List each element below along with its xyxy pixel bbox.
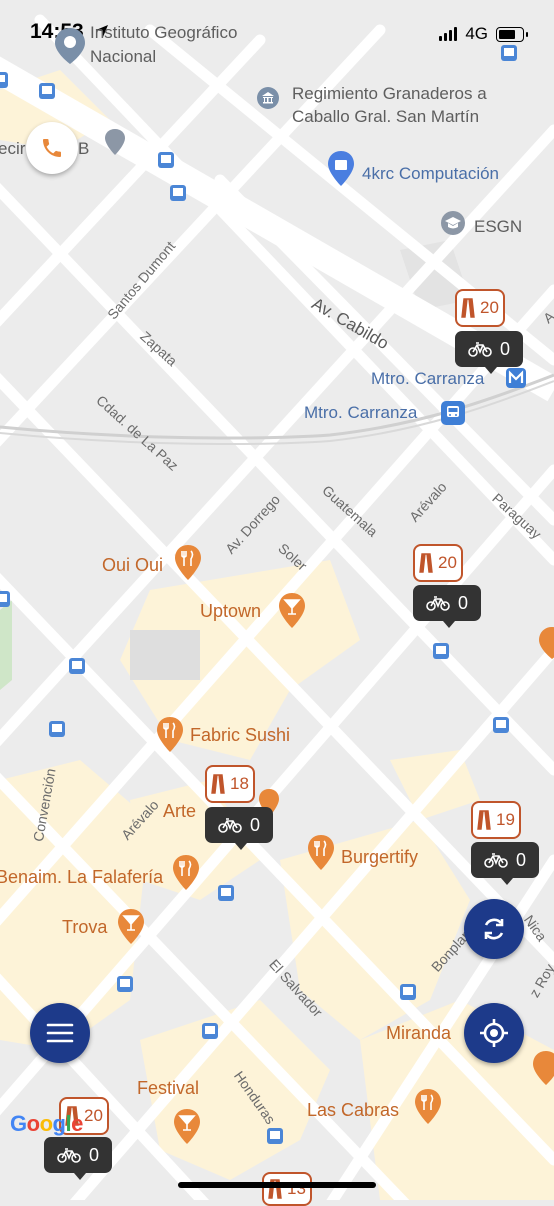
place-label: Uptown: [200, 601, 262, 621]
place-label: Trova: [62, 917, 108, 937]
bus-stop-icon[interactable]: [399, 983, 417, 1001]
scooter-count: 18: [230, 774, 249, 793]
restaurant-pin-icon[interactable]: [155, 716, 185, 754]
place-label: Benaim. La Falafería: [0, 867, 164, 887]
station-badge-bikes[interactable]: 0: [413, 585, 481, 628]
place-label: Arte: [163, 801, 197, 821]
school-icon[interactable]: [440, 210, 466, 236]
bus-stop-icon[interactable]: [201, 1022, 219, 1040]
scooter-count: 20: [438, 553, 457, 572]
restaurant-pin-icon[interactable]: [306, 834, 336, 872]
station-badge-scooters[interactable]: 13: [262, 1172, 312, 1206]
restaurant-pin-icon[interactable]: [532, 1050, 554, 1086]
network-type: 4G: [465, 24, 488, 43]
station-badge-scooters[interactable]: 20: [455, 289, 505, 327]
place-label: B: [78, 139, 90, 158]
station-badge-bikes[interactable]: 0: [471, 842, 539, 885]
station-badge-bikes[interactable]: 0: [455, 331, 523, 374]
signal-icon: [439, 27, 458, 41]
train-station-icon[interactable]: [440, 400, 466, 426]
bar-pin-icon[interactable]: [172, 1108, 202, 1146]
bus-stop-icon[interactable]: [217, 884, 235, 902]
scooter-count: 20: [480, 298, 499, 317]
menu-button[interactable]: [30, 1003, 90, 1063]
locate-icon: [480, 1019, 508, 1047]
transit-pin-icon[interactable]: [104, 128, 126, 156]
restaurant-pin-icon[interactable]: [173, 544, 203, 582]
scooter-icon: [211, 774, 225, 794]
status-indicators: 4G: [439, 24, 528, 44]
bus-stop-icon[interactable]: [0, 590, 10, 608]
refresh-icon: [484, 918, 504, 940]
bike-count: 0: [499, 338, 510, 359]
station-badge-bikes[interactable]: 0: [205, 807, 273, 850]
bus-stop-icon[interactable]: [0, 72, 8, 88]
bike-count: 0: [457, 592, 468, 613]
bus-stop-icon[interactable]: [116, 975, 134, 993]
bus-stop-icon[interactable]: [500, 44, 518, 62]
scooter-icon: [477, 810, 491, 830]
scooter-icon: [461, 298, 475, 318]
restaurant-pin-icon[interactable]: [171, 854, 201, 892]
bus-stop-icon[interactable]: [68, 657, 86, 675]
battery-icon: [496, 26, 528, 42]
bike-icon: [426, 596, 450, 611]
bar-pin-icon[interactable]: [116, 908, 146, 946]
bar-pin-icon[interactable]: [277, 592, 307, 630]
place-label: Caballo Gral. San Martín: [292, 107, 480, 126]
place-label: Burgertify: [341, 847, 419, 867]
bike-count: 0: [515, 849, 526, 870]
station-badge-scooters[interactable]: 19: [471, 801, 521, 839]
station-badge-bikes[interactable]: 0: [44, 1137, 112, 1180]
bus-stop-icon[interactable]: [38, 82, 56, 100]
call-button[interactable]: [26, 122, 78, 174]
bus-stop-icon[interactable]: [169, 184, 187, 202]
bike-icon: [218, 818, 242, 833]
subway-icon[interactable]: [505, 367, 527, 389]
scooter-icon: [419, 553, 433, 573]
bike-icon: [484, 853, 508, 868]
phone-icon: [43, 139, 61, 157]
menu-icon: [46, 1023, 74, 1043]
place-label: ecir: [0, 139, 26, 158]
museum-icon[interactable]: [256, 86, 280, 110]
locate-me-button[interactable]: [464, 1003, 524, 1063]
place-label: Festival: [137, 1078, 200, 1098]
google-logo: Google: [10, 1111, 83, 1136]
place-label: 4krc Computación: [362, 164, 500, 183]
place-label: Regimiento Granaderos a: [292, 84, 487, 103]
bike-icon: [468, 342, 492, 357]
shopping-pin-icon[interactable]: [326, 150, 356, 188]
restaurant-pin-icon[interactable]: [413, 1088, 443, 1126]
bike-icon: [57, 1148, 81, 1163]
place-label: ESGN: [474, 217, 523, 236]
refresh-button[interactable]: [464, 899, 524, 959]
bike-count: 0: [88, 1144, 99, 1165]
place-label: Nacional: [90, 47, 157, 66]
bus-stop-icon[interactable]: [432, 642, 450, 660]
restaurant-pin-icon[interactable]: [538, 626, 554, 660]
place-label: Instituto Geográfico: [90, 23, 238, 42]
station-badge-scooters[interactable]: 18: [205, 765, 255, 803]
place-label: Mtro. Carranza: [304, 403, 418, 422]
bus-stop-icon[interactable]: [266, 1127, 284, 1145]
scooter-count: 19: [496, 810, 515, 829]
place-label: Miranda: [386, 1023, 452, 1043]
bus-stop-icon[interactable]: [492, 716, 510, 734]
scooter-count: 20: [84, 1106, 103, 1125]
station-badge-scooters[interactable]: 20: [413, 544, 463, 582]
place-label: Las Cabras: [307, 1100, 400, 1120]
bus-stop-icon[interactable]: [48, 720, 66, 738]
bike-count: 0: [249, 814, 260, 835]
place-label: Fabric Sushi: [190, 725, 291, 745]
home-indicator[interactable]: [178, 1182, 376, 1188]
bus-stop-icon[interactable]: [157, 151, 175, 169]
landmark-pin-icon[interactable]: [52, 26, 88, 66]
place-label: Mtro. Carranza: [371, 369, 485, 388]
place-label: Oui Oui: [102, 555, 164, 575]
